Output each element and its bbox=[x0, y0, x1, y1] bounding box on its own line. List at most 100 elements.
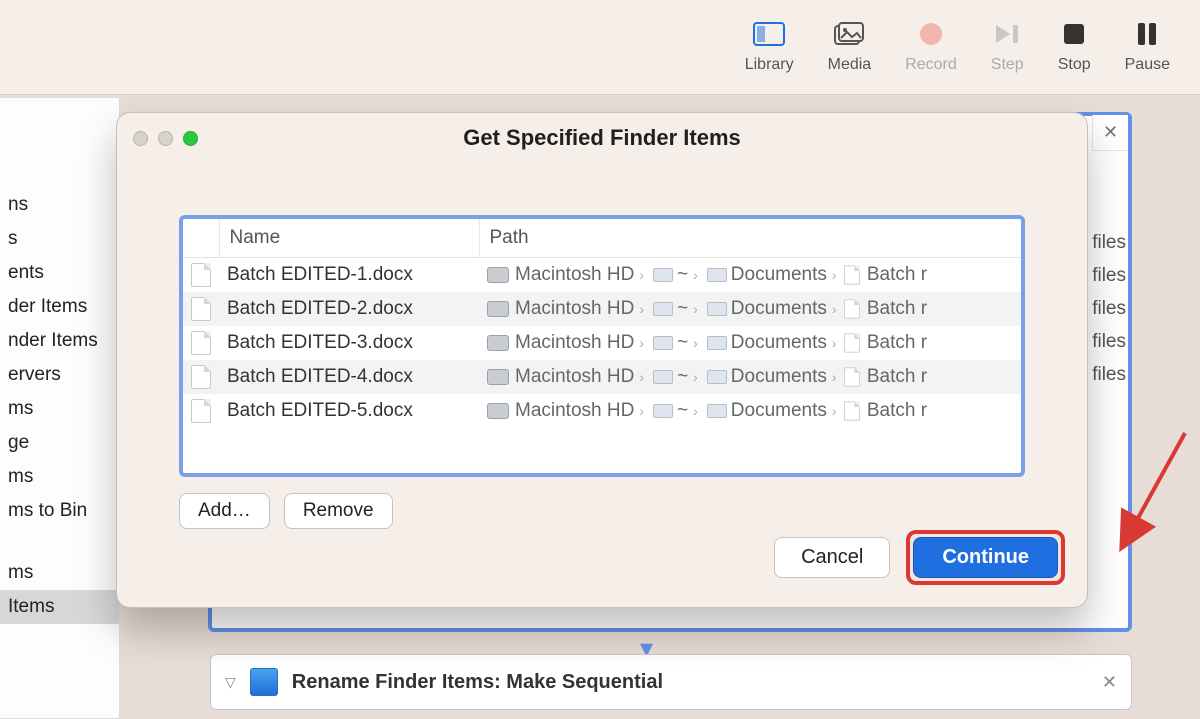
sidebar-item[interactable]: ervers bbox=[0, 358, 119, 392]
sidebar-item[interactable]: ms bbox=[0, 460, 119, 494]
add-remove-row: Add… Remove bbox=[179, 493, 1087, 529]
toolbar-pause[interactable]: Pause bbox=[1125, 20, 1170, 74]
folder-icon bbox=[653, 302, 673, 316]
cell-name: Batch EDITED-1.docx bbox=[219, 258, 479, 293]
highlight-annotation: Continue bbox=[906, 530, 1065, 585]
window-zoom-icon[interactable] bbox=[183, 131, 198, 146]
toolbar-stop-label: Stop bbox=[1058, 56, 1091, 74]
bg-row: files bbox=[1092, 265, 1126, 298]
sidebar-item[interactable]: ents bbox=[0, 256, 119, 290]
folder-icon bbox=[653, 336, 673, 350]
sidebar-item[interactable]: ge bbox=[0, 426, 119, 460]
table-row[interactable]: Batch EDITED-4.docxMacintosh HD›~›Docume… bbox=[183, 360, 1021, 394]
window-minimize-icon[interactable] bbox=[158, 131, 173, 146]
workflow-action-rename[interactable]: ▽ Rename Finder Items: Make Sequential ✕ bbox=[210, 654, 1132, 710]
dialog-get-specified-finder-items: Get Specified Finder Items Name Path Bat… bbox=[116, 112, 1088, 608]
sidebar-item[interactable]: ns bbox=[0, 188, 119, 222]
background-rows: files files files files files bbox=[1092, 232, 1126, 397]
sidebar-item[interactable]: nder Items bbox=[0, 324, 119, 358]
folder-icon bbox=[653, 268, 673, 282]
toolbar-record[interactable]: Record bbox=[905, 20, 957, 74]
sidebar-item[interactable]: ms bbox=[0, 392, 119, 426]
document-icon bbox=[844, 333, 860, 352]
folder-icon bbox=[707, 302, 727, 316]
cell-name: Batch EDITED-3.docx bbox=[219, 326, 479, 360]
bg-row: files bbox=[1092, 331, 1126, 364]
cell-name: Batch EDITED-5.docx bbox=[219, 394, 479, 428]
table-header-row: Name Path bbox=[183, 219, 1021, 258]
toolbar: Library Media Record Step Stop Pause bbox=[0, 0, 1200, 95]
folder-icon bbox=[707, 404, 727, 418]
document-icon bbox=[191, 297, 211, 321]
disk-icon bbox=[487, 267, 509, 283]
sidebar-item-selected[interactable]: Items bbox=[0, 590, 119, 624]
continue-button[interactable]: Continue bbox=[913, 537, 1058, 578]
toolbar-record-label: Record bbox=[905, 56, 957, 74]
table-row[interactable]: Batch EDITED-1.docxMacintosh HD›~›Docume… bbox=[183, 258, 1021, 293]
sidebar: ns s ents der Items nder Items ervers ms… bbox=[0, 97, 120, 719]
folder-icon bbox=[707, 268, 727, 282]
document-icon bbox=[191, 365, 211, 389]
sidebar-item[interactable]: s bbox=[0, 222, 119, 256]
disk-icon bbox=[487, 335, 509, 351]
bg-row: files bbox=[1092, 232, 1126, 265]
action-title: Rename Finder Items: Make Sequential bbox=[292, 671, 663, 694]
table-row[interactable]: Batch EDITED-3.docxMacintosh HD›~›Docume… bbox=[183, 326, 1021, 360]
bg-row: files bbox=[1092, 364, 1126, 397]
cell-path: Macintosh HD›~›Documents› Batch r bbox=[479, 292, 1021, 326]
cancel-button[interactable]: Cancel bbox=[774, 537, 890, 578]
col-name[interactable]: Name bbox=[219, 219, 479, 258]
table-row[interactable]: Batch EDITED-2.docxMacintosh HD›~›Docume… bbox=[183, 292, 1021, 326]
toolbar-stop[interactable]: Stop bbox=[1058, 20, 1091, 74]
folder-icon bbox=[707, 336, 727, 350]
toolbar-media[interactable]: Media bbox=[828, 20, 872, 74]
document-icon bbox=[191, 331, 211, 355]
toolbar-library-label: Library bbox=[745, 56, 794, 74]
document-icon bbox=[844, 367, 860, 386]
toolbar-pause-label: Pause bbox=[1125, 56, 1170, 74]
sidebar-item[interactable]: ms to Bin bbox=[0, 494, 119, 528]
disk-icon bbox=[487, 403, 509, 419]
close-icon[interactable]: ✕ bbox=[1092, 115, 1128, 151]
remove-button[interactable]: Remove bbox=[284, 493, 393, 529]
step-icon bbox=[994, 20, 1020, 48]
cell-path: Macintosh HD›~›Documents› Batch r bbox=[479, 394, 1021, 428]
document-icon bbox=[191, 263, 211, 287]
col-path[interactable]: Path bbox=[479, 219, 1021, 258]
pause-icon bbox=[1136, 20, 1158, 48]
chevron-down-icon[interactable]: ▽ bbox=[225, 674, 236, 691]
document-icon bbox=[191, 399, 211, 423]
toolbar-library[interactable]: Library bbox=[745, 20, 794, 74]
folder-icon bbox=[707, 370, 727, 384]
stop-icon bbox=[1063, 20, 1085, 48]
library-icon bbox=[753, 20, 785, 48]
finder-icon bbox=[250, 668, 278, 696]
media-icon bbox=[834, 20, 864, 48]
dialog-titlebar: Get Specified Finder Items bbox=[117, 113, 1087, 163]
folder-icon bbox=[653, 370, 673, 384]
disk-icon bbox=[487, 301, 509, 317]
cell-path: Macintosh HD›~›Documents› Batch r bbox=[479, 360, 1021, 394]
sidebar-item[interactable]: der Items bbox=[0, 290, 119, 324]
folder-icon bbox=[653, 404, 673, 418]
close-icon[interactable]: ✕ bbox=[1102, 672, 1117, 693]
record-icon bbox=[919, 20, 943, 48]
cell-path: Macintosh HD›~›Documents› Batch r bbox=[479, 258, 1021, 293]
dialog-title: Get Specified Finder Items bbox=[117, 125, 1087, 151]
cell-name: Batch EDITED-2.docx bbox=[219, 292, 479, 326]
sidebar-item[interactable]: ms bbox=[0, 556, 119, 590]
bg-row: files bbox=[1092, 298, 1126, 331]
toolbar-step[interactable]: Step bbox=[991, 20, 1024, 74]
confirm-row: Cancel Continue bbox=[774, 530, 1065, 585]
traffic-lights bbox=[133, 131, 198, 146]
table-row[interactable]: Batch EDITED-5.docxMacintosh HD›~›Docume… bbox=[183, 394, 1021, 428]
document-icon bbox=[844, 299, 860, 318]
disk-icon bbox=[487, 369, 509, 385]
document-icon bbox=[844, 401, 860, 420]
window-close-icon[interactable] bbox=[133, 131, 148, 146]
items-table[interactable]: Name Path Batch EDITED-1.docxMacintosh H… bbox=[179, 215, 1025, 477]
cell-path: Macintosh HD›~›Documents› Batch r bbox=[479, 326, 1021, 360]
add-button[interactable]: Add… bbox=[179, 493, 270, 529]
toolbar-media-label: Media bbox=[828, 56, 872, 74]
toolbar-step-label: Step bbox=[991, 56, 1024, 74]
